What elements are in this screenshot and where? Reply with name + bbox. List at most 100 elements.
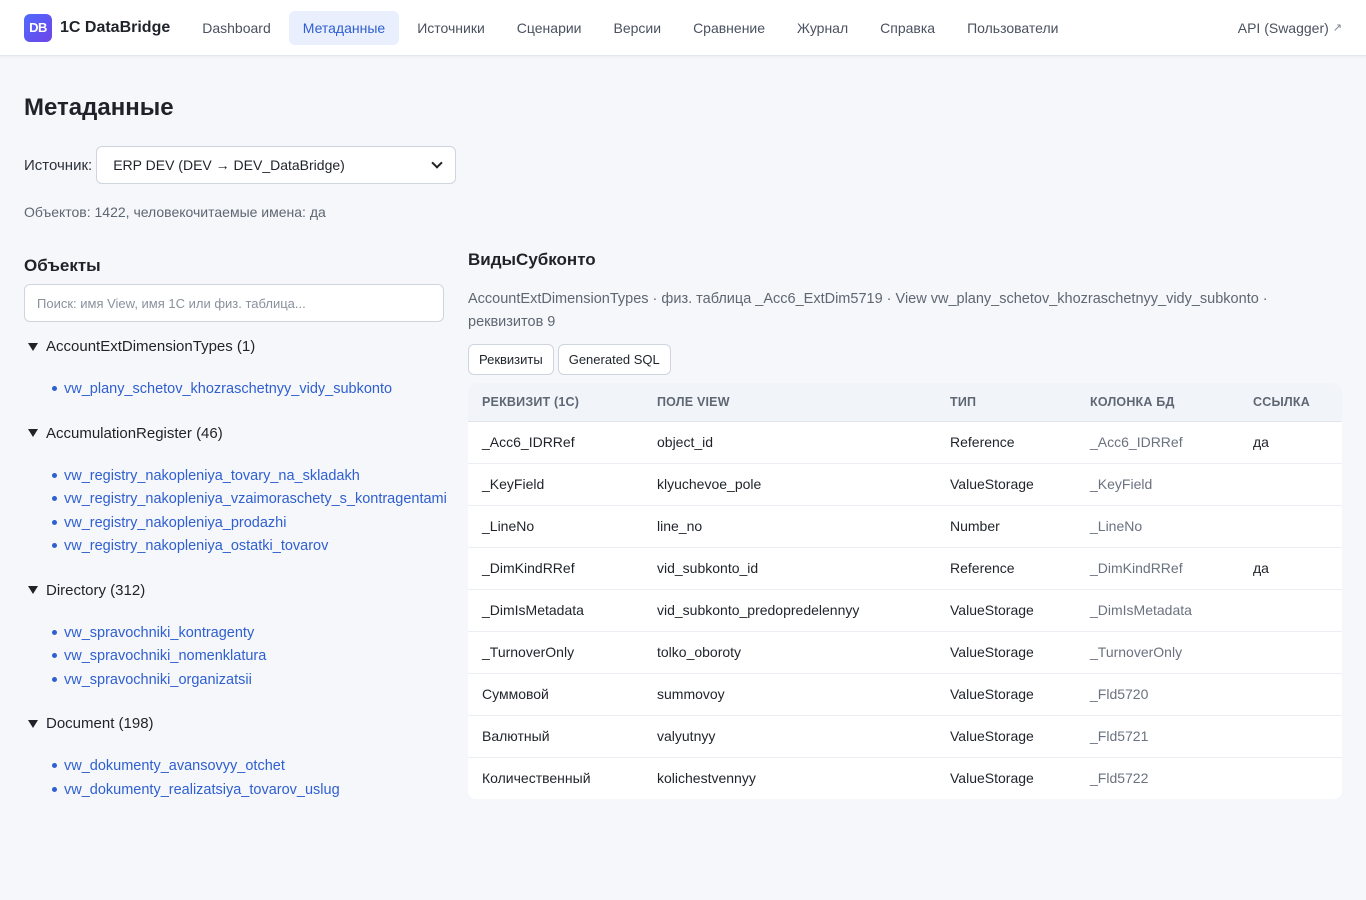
object-group: Document (198) vw_dokumenty_avansovyy_ot… bbox=[24, 715, 444, 801]
group-label: AccumulationRegister (46) bbox=[46, 424, 223, 442]
cell-db-column: _TurnoverOnly bbox=[1076, 631, 1239, 674]
attributes-table-wrapper: Реквизит (1С) Поле View Тип Колонка БД С… bbox=[468, 383, 1342, 799]
group-toggle[interactable]: Document (198) bbox=[24, 715, 444, 732]
app-logo: DB bbox=[24, 13, 52, 42]
main-content: Метаданные Источник: ERP DEV (DEV → DEV_… bbox=[0, 94, 1366, 801]
cell-reference: да bbox=[1239, 547, 1342, 590]
cell-attribute: _LineNo bbox=[468, 505, 643, 548]
cell-view-field: summovoy bbox=[643, 673, 936, 716]
table-row: Количественный kolichestvennyy ValueStor… bbox=[468, 757, 1342, 799]
object-link[interactable]: vw_spravochniki_nomenklatura bbox=[64, 648, 266, 664]
object-link[interactable]: vw_registry_nakopleniya_vzaimoraschety_s… bbox=[64, 491, 447, 507]
object-detail-panel: ВидыСубконто AccountExtDimensionTypes · … bbox=[468, 240, 1342, 801]
object-link[interactable]: vw_registry_nakopleniya_ostatki_tovarov bbox=[64, 538, 328, 554]
table-row: _DimKindRRef vid_subkonto_id Reference _… bbox=[468, 547, 1342, 590]
nav-item-dashboard[interactable]: Dashboard bbox=[188, 11, 285, 45]
object-link[interactable]: vw_dokumenty_realizatsiya_tovarov_uslug bbox=[64, 782, 340, 798]
object-group: Directory (312) vw_spravochniki_kontrage… bbox=[24, 582, 444, 692]
column-header: Колонка БД bbox=[1076, 383, 1239, 422]
group-label: Directory (312) bbox=[46, 581, 146, 599]
cell-attribute: _TurnoverOnly bbox=[468, 631, 643, 674]
cell-view-field: kolichestvennyy bbox=[657, 770, 756, 787]
list-item: vw_registry_nakopleniya_tovary_na_sklada… bbox=[52, 464, 444, 488]
nav-item-journal[interactable]: Журнал bbox=[783, 11, 862, 45]
table-row: Валютный valyutnyy ValueStorage _Fld5721 bbox=[468, 715, 1342, 758]
cell-view-field: vid_subkonto_id bbox=[643, 547, 936, 590]
brand[interactable]: DB 1C DataBridge bbox=[24, 13, 171, 42]
app-name: 1C DataBridge bbox=[60, 18, 171, 36]
cell-attribute: Валютный bbox=[468, 715, 643, 758]
list-item: vw_dokumenty_avansovyy_otchet bbox=[52, 754, 444, 778]
object-link[interactable]: vw_registry_nakopleniya_prodazhi bbox=[64, 515, 286, 531]
content-columns: Объекты AccountExtDimensionTypes (1) vw_… bbox=[24, 240, 1342, 801]
nav-item-sources[interactable]: Источники bbox=[403, 11, 499, 45]
cell-type: ValueStorage bbox=[936, 673, 1076, 716]
cell-reference: да bbox=[1239, 421, 1342, 464]
tab-generated-sql[interactable]: Generated SQL bbox=[557, 344, 671, 375]
source-select[interactable]: ERP DEV (DEV → DEV_DataBridge) bbox=[96, 146, 457, 184]
group-toggle[interactable]: Directory (312) bbox=[24, 582, 444, 599]
cell-db-column: _KeyField bbox=[1076, 463, 1239, 506]
cell-db-column: _Fld5722 bbox=[1090, 770, 1149, 787]
cell-type: ValueStorage bbox=[950, 770, 1034, 787]
main-nav: Dashboard Метаданные Источники Сценарии … bbox=[188, 10, 1072, 45]
object-link[interactable]: vw_spravochniki_kontragenty bbox=[64, 625, 254, 641]
cell-view-field: object_id bbox=[643, 421, 936, 464]
cell-type: Reference bbox=[936, 547, 1076, 590]
nav-item-users[interactable]: Пользователи bbox=[953, 11, 1072, 45]
top-navbar: DB 1C DataBridge Dashboard Метаданные Ис… bbox=[0, 0, 1366, 56]
cell-attribute: _DimKindRRef bbox=[468, 547, 643, 590]
object-group: AccumulationRegister (46) vw_registry_na… bbox=[24, 425, 447, 558]
cell-view-field: vid_subkonto_predopredelennyy bbox=[643, 589, 936, 632]
cell-reference bbox=[1239, 631, 1342, 674]
source-row: Источник: ERP DEV (DEV → DEV_DataBridge) bbox=[24, 146, 1342, 184]
nav-item-scenarios[interactable]: Сценарии bbox=[503, 11, 596, 45]
cell-reference bbox=[1239, 463, 1342, 506]
nav-item-compare[interactable]: Сравнение bbox=[679, 11, 779, 45]
object-meta: AccountExtDimensionTypes · физ. таблица … bbox=[468, 291, 1268, 330]
expanded-triangle-icon bbox=[28, 342, 38, 351]
cell-attribute: Количественный bbox=[482, 770, 591, 787]
list-item: vw_spravochniki_nomenklatura bbox=[52, 644, 444, 668]
group-label: AccountExtDimensionTypes (1) bbox=[46, 338, 256, 355]
cell-db-column: _DimKindRRef bbox=[1076, 547, 1239, 590]
group-items: vw_spravochniki_kontragenty vw_spravochn… bbox=[24, 621, 444, 692]
nav-item-versions[interactable]: Версии bbox=[600, 11, 676, 45]
object-link[interactable]: vw_plany_schetov_khozraschetnyy_vidy_sub… bbox=[64, 381, 392, 397]
api-swagger-link[interactable]: API (Swagger) ↗ bbox=[1238, 20, 1342, 36]
tab-attributes[interactable]: Реквизиты bbox=[468, 344, 554, 375]
source-label: Источник: bbox=[24, 156, 93, 174]
object-link[interactable]: vw_spravochniki_organizatsii bbox=[64, 672, 252, 688]
column-header: Поле View bbox=[643, 383, 936, 422]
nav-item-help[interactable]: Справка bbox=[866, 11, 949, 45]
nav-item-metadata[interactable]: Метаданные bbox=[288, 10, 400, 45]
detail-tabs: Реквизиты Generated SQL bbox=[468, 344, 1342, 375]
expanded-triangle-icon bbox=[28, 429, 38, 437]
group-items: vw_registry_nakopleniya_tovary_na_sklada… bbox=[24, 464, 447, 558]
objects-search-input[interactable] bbox=[24, 284, 444, 322]
list-item: vw_dokumenty_realizatsiya_tovarov_uslug bbox=[52, 778, 444, 802]
cell-db-column: _Acc6_IDRRef bbox=[1076, 421, 1239, 464]
table-row: _Acc6_IDRRef object_id Reference _Acc6_I… bbox=[468, 421, 1342, 464]
column-header: Тип bbox=[936, 383, 1076, 422]
cell-view-field: klyuchevoe_pole bbox=[643, 463, 936, 506]
cell-attribute: _Acc6_IDRRef bbox=[468, 421, 643, 464]
cell-reference bbox=[1239, 589, 1342, 632]
group-toggle[interactable]: AccumulationRegister (46) bbox=[24, 425, 444, 442]
cell-reference bbox=[1239, 715, 1342, 758]
objects-title: Объекты bbox=[24, 256, 101, 275]
source-select-value: ERP DEV (DEV → DEV_DataBridge) bbox=[113, 157, 345, 173]
object-link[interactable]: vw_dokumenty_avansovyy_otchet bbox=[64, 758, 285, 774]
cell-attribute: _KeyField bbox=[468, 463, 643, 506]
group-toggle[interactable]: AccountExtDimensionTypes (1) bbox=[24, 338, 444, 355]
cell-view-field: tolko_oboroty bbox=[643, 631, 936, 674]
column-header: Реквизит (1С) bbox=[468, 383, 643, 422]
cell-type: ValueStorage bbox=[936, 715, 1076, 758]
objects-stats: Объектов: 1422, человекочитаемые имена: … bbox=[24, 204, 326, 220]
list-item: vw_plany_schetov_khozraschetnyy_vidy_sub… bbox=[52, 377, 444, 401]
cell-reference bbox=[1239, 505, 1342, 548]
list-item: vw_spravochniki_organizatsii bbox=[52, 668, 444, 692]
cell-db-column: _Fld5720 bbox=[1076, 673, 1239, 716]
table-row: _LineNo line_no Number _LineNo bbox=[468, 505, 1342, 548]
object-link[interactable]: vw_registry_nakopleniya_tovary_na_sklada… bbox=[64, 468, 360, 484]
